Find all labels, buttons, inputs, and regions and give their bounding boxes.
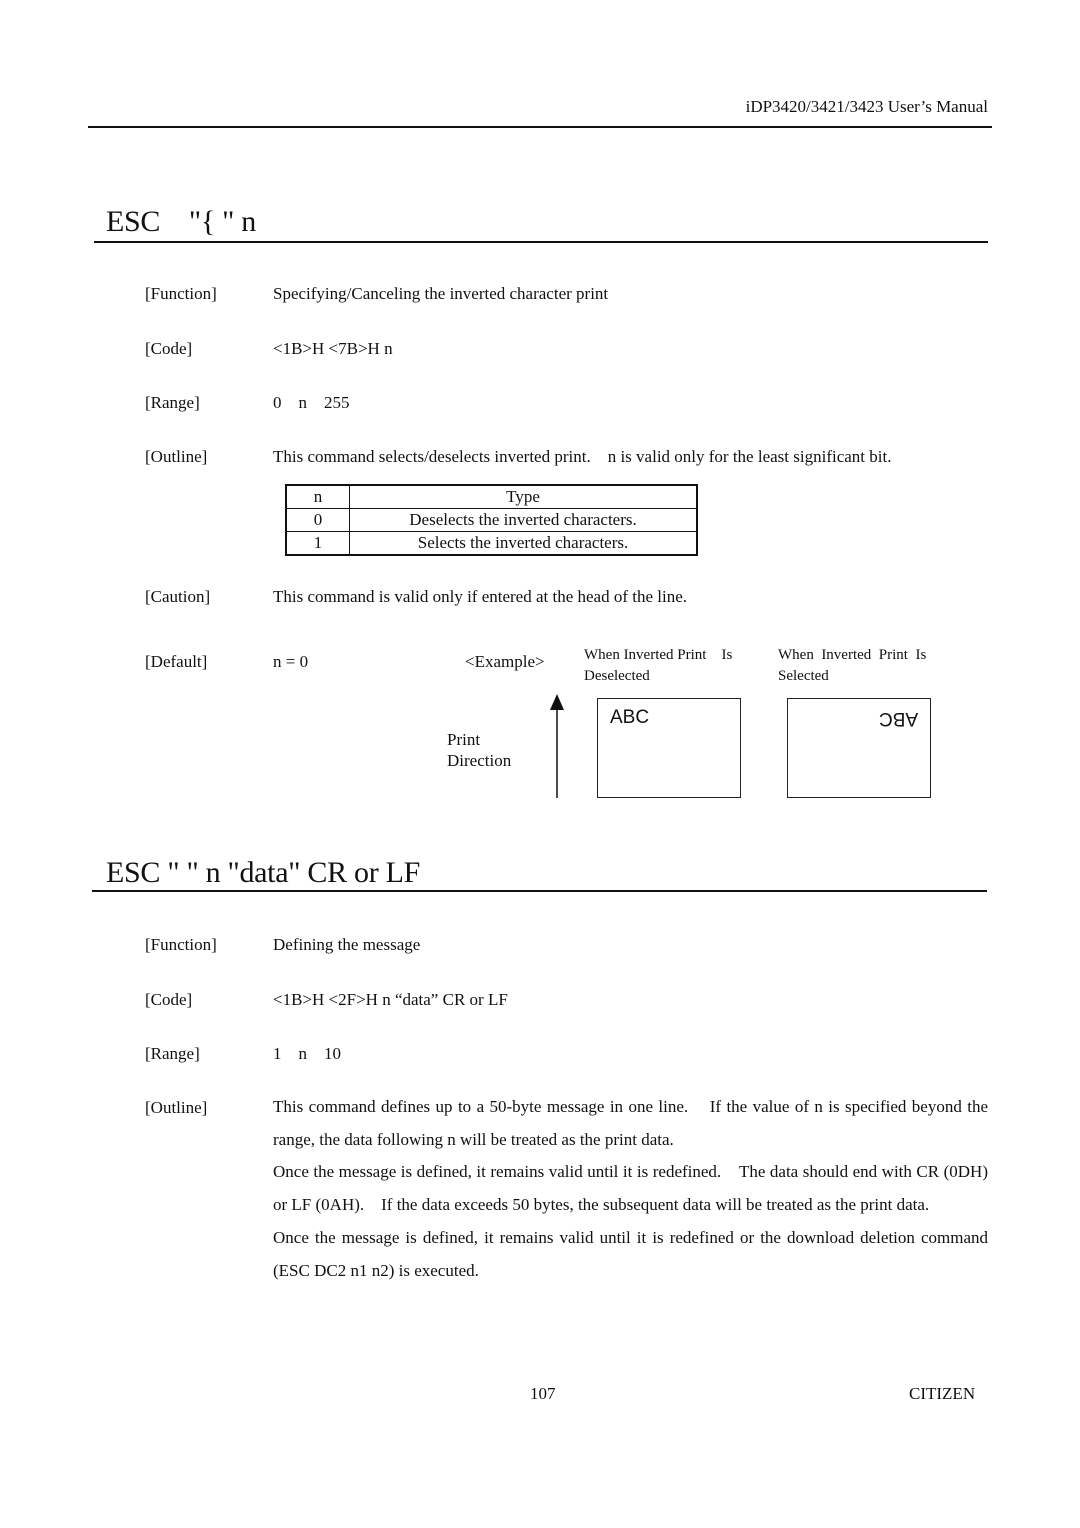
deselected-caption-line2: Deselected xyxy=(584,668,650,684)
caution-value: This command is valid only if entered at… xyxy=(273,587,688,606)
code-label: [Code] xyxy=(145,339,193,358)
default-value: n = 0 xyxy=(273,652,309,671)
range-label: [Range] xyxy=(145,1044,200,1063)
table-cell-n: 0 xyxy=(285,508,350,532)
code-value: <1B>H <2F>H n “data” CR or LF xyxy=(273,990,508,1009)
outline-label: [Outline] xyxy=(145,1098,208,1117)
outline-paragraph: Once the message is defined, it remains … xyxy=(273,1162,993,1215)
range-label: [Range] xyxy=(145,393,200,412)
code-label: [Code] xyxy=(145,990,193,1009)
code-value: <1B>H <7B>H n xyxy=(273,339,393,358)
selected-caption-line1: When Inverted Print Is xyxy=(778,647,927,663)
range-value: 1 n 10 xyxy=(273,1044,341,1063)
inverted-type-table: n Type 0 Deselects the inverted characte… xyxy=(285,484,698,556)
outline-value: This command selects/deselects inverted … xyxy=(273,447,892,466)
page-number: 107 xyxy=(530,1384,556,1403)
header-divider xyxy=(88,126,992,128)
table-header-n: n xyxy=(285,484,350,509)
table-header-type: Type xyxy=(349,484,698,509)
inverted-sample-text: ABC xyxy=(878,708,918,729)
print-direction-arrow-icon xyxy=(550,694,564,798)
outline-paragraph: Once the message is defined, it remains … xyxy=(273,1227,993,1280)
function-value: Specifying/Canceling the inverted charac… xyxy=(273,284,609,303)
function-value: Defining the message xyxy=(273,935,421,954)
manual-title: iDP3420/3421/3423 User’s Manual xyxy=(745,97,988,116)
table-cell-type: Deselects the inverted characters. xyxy=(349,508,698,532)
selected-caption: When Inverted Print Is Selected xyxy=(778,645,926,687)
range-value: 0 n 255 xyxy=(273,393,350,412)
normal-sample-text: ABC xyxy=(610,707,650,728)
section-title-esc-brace: ESC "{ " n xyxy=(106,205,257,238)
deselected-caption: When Inverted Print Is Deselected xyxy=(584,645,732,687)
selected-caption-line2: Selected xyxy=(778,668,829,684)
selected-example-box: ABC xyxy=(787,698,931,798)
table-row: 1 Selects the inverted characters. xyxy=(285,531,698,556)
section-title-divider xyxy=(92,890,987,892)
print-direction-label: Print Direction xyxy=(447,729,511,771)
function-label: [Function] xyxy=(145,935,217,954)
outline-label: [Outline] xyxy=(145,447,208,466)
print-direction-line1: Print xyxy=(447,730,481,749)
footer-brand: CITIZEN xyxy=(909,1384,976,1403)
table-row: 0 Deselects the inverted characters. xyxy=(285,508,698,532)
table-cell-type: Selects the inverted characters. xyxy=(349,531,698,556)
outline-paragraph: This command defines up to a 50-byte mes… xyxy=(273,1097,993,1149)
caution-label: [Caution] xyxy=(145,587,211,606)
function-label: [Function] xyxy=(145,284,217,303)
table-cell-n: 1 xyxy=(285,531,350,556)
outline-text: This command defines up to a 50-byte mes… xyxy=(273,1091,988,1287)
example-label: <Example> xyxy=(465,652,545,671)
default-label: [Default] xyxy=(145,652,208,671)
print-direction-line2: Direction xyxy=(447,751,512,770)
deselected-example-box: ABC xyxy=(597,698,741,798)
table-header-row: n Type xyxy=(285,484,698,509)
section-title-divider xyxy=(94,241,988,243)
section-title-esc-message: ESC " " n "data" CR or LF xyxy=(106,856,420,889)
deselected-caption-line1: When Inverted Print Is xyxy=(584,647,733,663)
